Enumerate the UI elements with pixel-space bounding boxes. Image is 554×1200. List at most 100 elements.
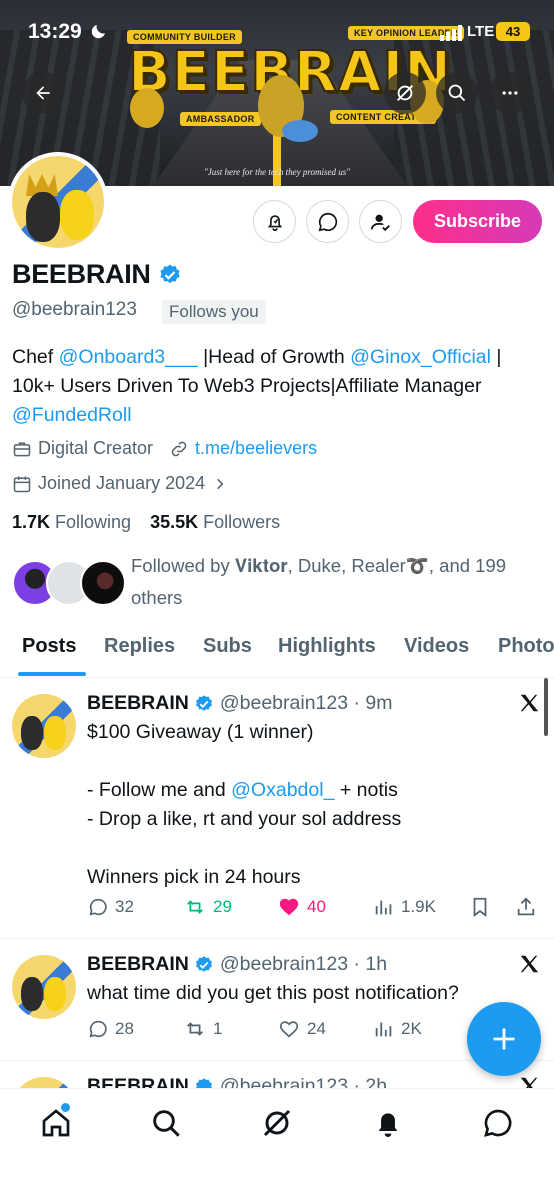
tab-photos[interactable]: Photos — [498, 635, 554, 658]
home-icon[interactable] — [40, 1107, 72, 1139]
views-button[interactable]: 2K — [373, 1018, 422, 1040]
profile-tabs: Posts Replies Subs Highlights Videos Pho… — [0, 624, 554, 678]
bio-text: |Head of Growth — [197, 346, 351, 368]
profile-handle: @beebrain123 — [12, 299, 137, 320]
followers-label: Followers — [198, 512, 281, 532]
profile-name-row: BEEBRAIN — [12, 259, 182, 290]
search-icon — [448, 84, 466, 102]
tab-replies[interactable]: Replies — [104, 635, 175, 658]
post-author-name[interactable]: BEEBRAIN — [87, 692, 189, 715]
tab-videos[interactable]: Videos — [404, 635, 469, 658]
post-avatar[interactable] — [12, 955, 76, 1019]
avatar-bee — [21, 716, 43, 750]
following-link[interactable]: 1.7K Following — [12, 512, 131, 532]
profile-meta-row: Digital Creator t.me/beelievers — [12, 438, 317, 459]
back-arrow-icon — [36, 86, 50, 100]
profile-joined-row[interactable]: Joined January 2024 — [12, 473, 227, 494]
post-header: BEEBRAIN @beebrain123 · 2h — [87, 1075, 387, 1088]
post-text: $100 Giveaway (1 winner) - Follow me and… — [87, 718, 527, 892]
views-icon — [375, 1022, 392, 1037]
followed-by-names: 𝐕𝐢𝐤𝐭𝐨𝐫, Duke, Realer➰ — [234, 555, 429, 576]
notify-button[interactable] — [253, 200, 296, 243]
following-label: Following — [50, 512, 132, 532]
post-author-name[interactable]: BEEBRAIN — [87, 1075, 189, 1088]
notifications-icon[interactable] — [372, 1107, 404, 1139]
followed-by-text[interactable]: Followed by 𝐕𝐢𝐤𝐭𝐨𝐫, Duke, Realer➰, and 1… — [131, 550, 546, 614]
bio-mention-fundedroll[interactable]: @FundedRoll — [12, 404, 132, 426]
post-handle-time: @beebrain123 · 9m — [219, 692, 393, 714]
compose-post-button[interactable] — [467, 1002, 541, 1076]
explore-icon[interactable] — [150, 1107, 182, 1139]
profile-bio: Chef @Onboard3___ |Head of Growth @Ginox… — [12, 343, 542, 430]
views-button[interactable]: 1.9K — [373, 896, 436, 918]
avatar — [80, 560, 126, 606]
more-button[interactable] — [489, 72, 531, 114]
post-handle-time: @beebrain123 · 2h — [219, 1075, 388, 1088]
banner-tag-ambassador: AMBASSADOR — [180, 112, 261, 126]
search-button[interactable] — [436, 72, 478, 114]
post-actions: 32 29 40 1.9K — [87, 896, 542, 922]
share-icon — [517, 897, 535, 916]
grok-button[interactable] — [384, 72, 426, 114]
messages-icon[interactable] — [482, 1107, 514, 1139]
profile-avatar[interactable] — [8, 152, 108, 252]
subscribe-button[interactable]: Subscribe — [413, 200, 542, 243]
bottom-navigation — [0, 1088, 554, 1200]
status-time: 13:29 — [28, 20, 82, 43]
active-tab-indicator — [18, 672, 86, 676]
bookmark-icon — [473, 897, 487, 917]
bio-mention-onboard[interactable]: @Onboard3___ — [59, 346, 198, 368]
post[interactable]: BEEBRAIN @beebrain123 · 2h — [0, 1061, 554, 1088]
battery-level: 43 — [496, 22, 530, 41]
like-icon — [279, 1021, 299, 1038]
reply-button[interactable]: 28 — [87, 1018, 134, 1040]
reply-icon — [89, 898, 107, 916]
following-count: 1.7K — [12, 512, 51, 532]
like-count: 40 — [307, 897, 326, 916]
repost-count: 1 — [213, 1019, 223, 1038]
notification-bell-icon — [267, 214, 282, 231]
chevron-right-icon — [217, 478, 224, 489]
post-avatar[interactable] — [12, 694, 76, 758]
tab-highlights[interactable]: Highlights — [278, 635, 376, 658]
like-button[interactable]: 24 — [277, 1018, 326, 1040]
message-button[interactable] — [306, 200, 349, 243]
avatar-pikachu — [60, 190, 94, 240]
link-icon — [171, 441, 187, 456]
tab-subs[interactable]: Subs — [203, 635, 252, 658]
post-text: what time did you get this post notifica… — [87, 982, 459, 1004]
status-bar: 13:29 LTE 43 — [0, 0, 554, 64]
repost-button[interactable]: 1 — [183, 1018, 222, 1040]
followed-by-prefix: Followed by — [131, 555, 235, 576]
post-header: BEEBRAIN @beebrain123 · 1h — [87, 953, 387, 976]
following-button[interactable] — [359, 200, 402, 243]
message-icon — [318, 212, 337, 231]
reply-icon — [89, 1020, 107, 1038]
network-type: LTE — [467, 23, 495, 40]
post-avatar[interactable] — [12, 1077, 76, 1088]
verified-badge-icon — [195, 694, 212, 711]
home-unread-dot — [61, 1103, 70, 1112]
bookmark-button[interactable] — [469, 896, 491, 918]
avatar-pikachu — [44, 716, 66, 750]
like-button[interactable]: 40 — [277, 896, 326, 918]
reply-button[interactable]: 32 — [87, 896, 134, 918]
mutual-followers-avatars[interactable] — [12, 560, 126, 606]
post-mention[interactable]: @Oxabdol_ — [231, 779, 334, 801]
verified-badge-icon[interactable] — [158, 263, 182, 287]
tab-posts[interactable]: Posts — [22, 635, 76, 658]
grok-icon[interactable] — [261, 1107, 293, 1139]
bio-mention-ginox[interactable]: @Ginox_Official — [350, 346, 491, 368]
banner-skateboard — [282, 120, 318, 142]
more-icon — [502, 91, 518, 95]
post-author-name[interactable]: BEEBRAIN — [87, 953, 189, 976]
followers-link[interactable]: 35.5K Followers — [150, 512, 280, 532]
post[interactable]: BEEBRAIN @beebrain123 · 9m $100 Giveaway… — [0, 678, 554, 939]
bio-text: Chef — [12, 346, 59, 368]
banner-bee-mascot-left — [130, 88, 164, 128]
back-button[interactable] — [22, 72, 64, 114]
share-button[interactable] — [515, 896, 537, 918]
repost-button[interactable]: 29 — [183, 896, 232, 918]
profile-website-link[interactable]: t.me/beelievers — [195, 438, 317, 459]
repost-count: 29 — [213, 897, 232, 916]
